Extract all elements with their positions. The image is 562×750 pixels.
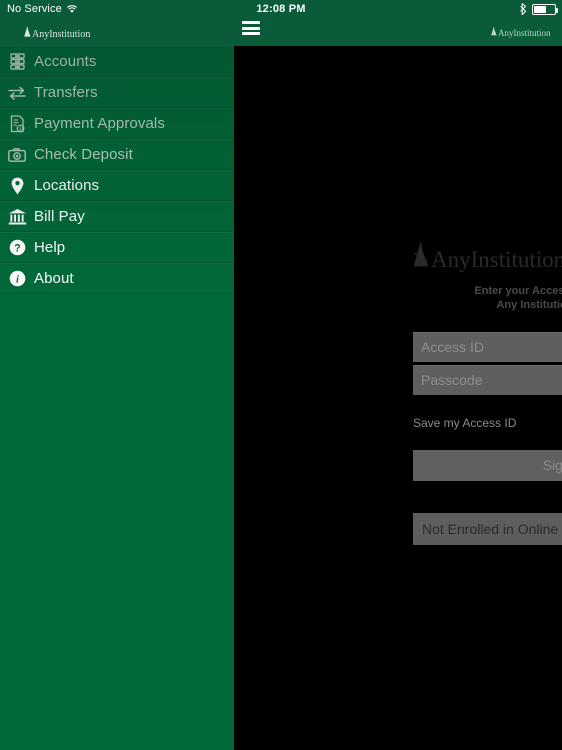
main-content-dimmed: AnyInstitution Enter your Access ID and … xyxy=(234,46,562,750)
sidebar-item-check-deposit[interactable]: Check Deposit xyxy=(0,139,234,170)
not-enrolled-label: Not Enrolled in Online Banking? xyxy=(422,520,562,537)
sidebar-item-label: Transfers xyxy=(34,84,98,101)
clock-label: 12:08 PM xyxy=(256,3,306,15)
sidebar-item-payment-approvals[interactable]: $ Payment Approvals xyxy=(0,108,234,139)
sidebar-drawer: Accounts Transfers $ Payment Approvals C… xyxy=(0,46,234,750)
sidebar-item-accounts[interactable]: Accounts xyxy=(0,46,234,77)
spire-icon xyxy=(24,26,31,40)
passcode-placeholder: Passcode xyxy=(421,372,483,388)
sidebar-item-label: Payment Approvals xyxy=(34,115,165,132)
svg-text:$: $ xyxy=(19,126,22,131)
svg-text:i: i xyxy=(16,275,19,286)
sidebar-item-label: Locations xyxy=(34,177,100,194)
sidebar-item-label: Bill Pay xyxy=(34,208,85,225)
hamburger-bar xyxy=(242,21,260,24)
login-instruction-line2: Any Institution Commercial xyxy=(496,298,562,311)
status-bar-right xyxy=(519,3,558,15)
login-instruction: Enter your Access ID and Passcode Any In… xyxy=(413,285,562,313)
sidebar-item-label: Check Deposit xyxy=(34,146,133,163)
transfers-icon xyxy=(6,83,28,103)
save-access-id-label[interactable]: Save my Access ID xyxy=(413,416,562,430)
hamburger-bar xyxy=(242,32,260,35)
accounts-icon xyxy=(6,52,28,72)
camera-icon xyxy=(6,145,28,165)
spire-icon xyxy=(491,26,497,38)
sign-on-button[interactable]: Sign On xyxy=(413,449,562,481)
location-pin-icon xyxy=(6,176,28,196)
sidebar-item-label: Help xyxy=(34,239,66,256)
access-id-placeholder: Access ID xyxy=(421,339,485,355)
sidebar-item-transfers[interactable]: Transfers xyxy=(0,77,234,108)
sign-on-label: Sign On xyxy=(542,457,562,473)
sidebar-item-help[interactable]: ? Help xyxy=(0,232,234,263)
sidebar-item-bill-pay[interactable]: Bill Pay xyxy=(0,201,234,232)
not-enrolled-button[interactable]: Not Enrolled in Online Banking? xyxy=(413,512,562,545)
login-panel: AnyInstitution Enter your Access ID and … xyxy=(413,241,562,545)
battery-icon xyxy=(532,3,558,15)
sidebar-item-about[interactable]: i About xyxy=(0,263,234,294)
sidebar-item-locations[interactable]: Locations xyxy=(0,170,234,201)
bank-icon xyxy=(6,207,28,227)
brand-logo-left-text: AnyInstitution xyxy=(32,29,91,40)
hamburger-menu-icon[interactable] xyxy=(242,21,260,35)
passcode-input[interactable]: Passcode xyxy=(413,364,562,396)
sidebar-item-label: Accounts xyxy=(34,53,97,70)
login-brand-logo-text: AnyInstitution xyxy=(431,247,562,272)
question-circle-icon: ? xyxy=(6,238,28,258)
spire-icon xyxy=(413,241,429,271)
svg-text:?: ? xyxy=(14,242,20,254)
login-brand-logo: AnyInstitution xyxy=(413,241,562,271)
info-circle-icon: i xyxy=(6,269,28,289)
payment-approvals-icon: $ xyxy=(6,114,28,134)
brand-logo-left: AnyInstitution xyxy=(24,26,90,40)
access-id-input[interactable]: Access ID xyxy=(413,331,562,363)
login-instruction-line1: Enter your Access ID and Passcode xyxy=(474,285,562,297)
sidebar-item-label: About xyxy=(34,270,74,287)
app-screen: No Service 12:08 PM AnyInstitution AnyIn… xyxy=(0,0,562,750)
brand-logo-right-text: AnyInstitution xyxy=(498,28,551,38)
bluetooth-icon xyxy=(519,3,527,15)
brand-logo-right: AnyInstitution xyxy=(491,26,551,38)
sidebar-menu-list: Accounts Transfers $ Payment Approvals C… xyxy=(0,46,234,294)
status-bar: No Service 12:08 PM xyxy=(0,0,562,18)
hamburger-bar xyxy=(242,26,260,30)
